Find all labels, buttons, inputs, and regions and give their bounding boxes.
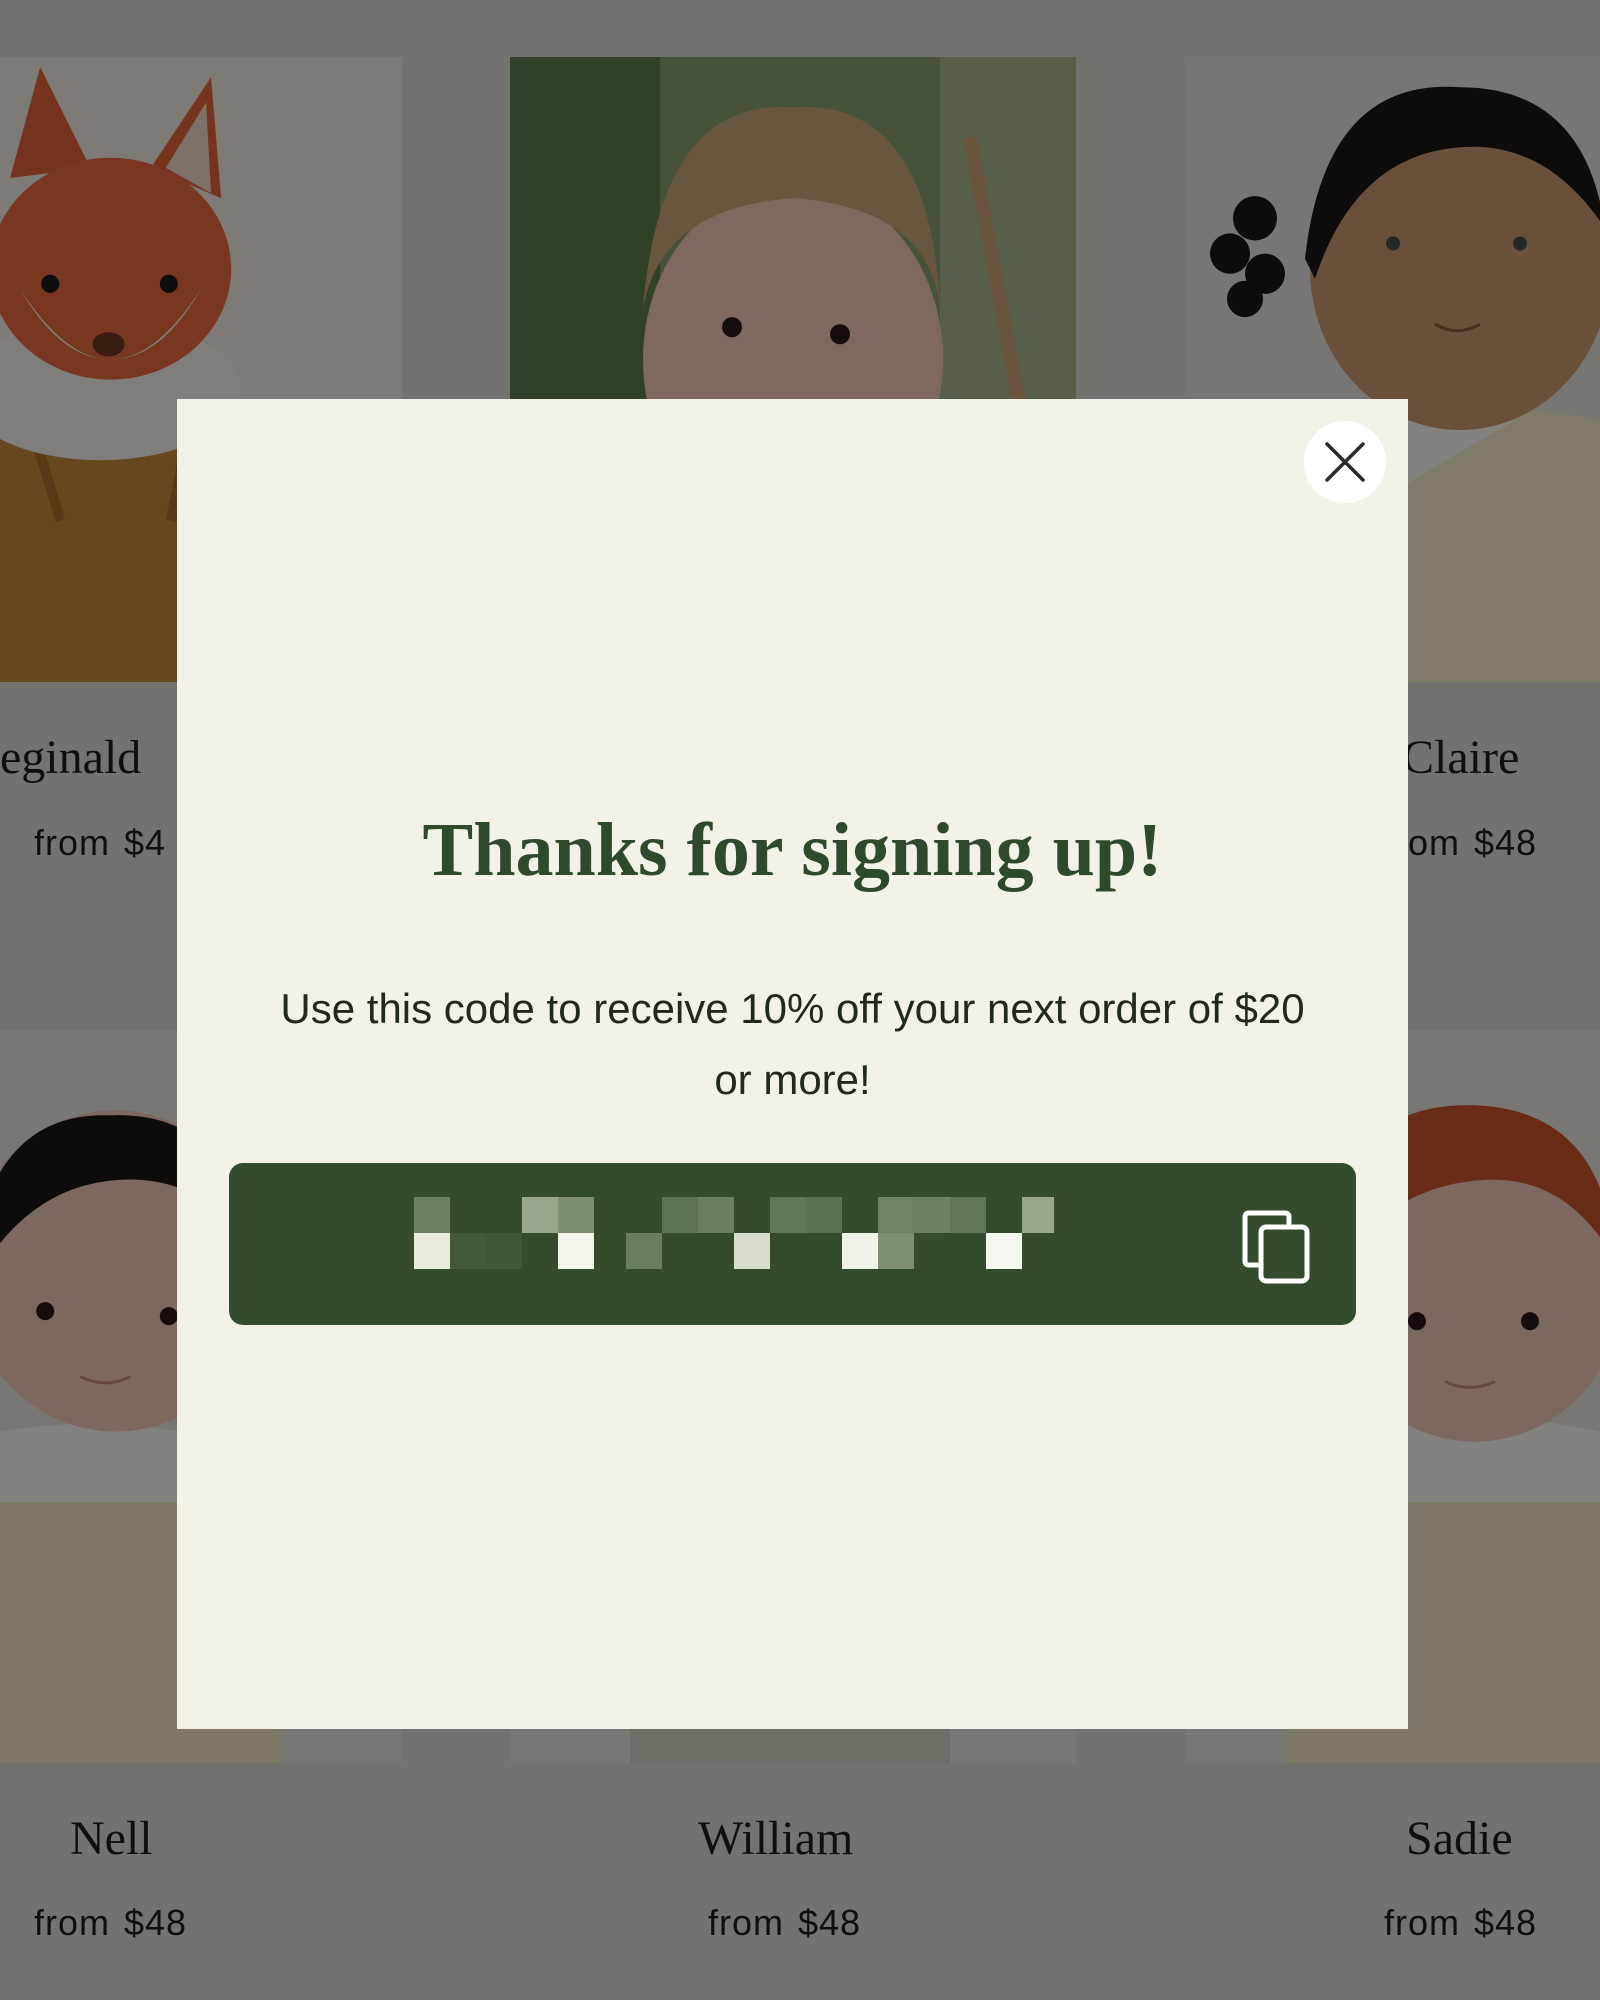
copy-icon <box>1242 1210 1310 1284</box>
discount-code-box[interactable] <box>229 1163 1356 1325</box>
close-icon <box>1325 442 1365 482</box>
discount-code-obscured <box>414 1197 1054 1269</box>
modal-subtitle: Use this code to receive 10% off your ne… <box>280 985 1305 1103</box>
close-button[interactable] <box>1304 421 1386 503</box>
modal-title: Thanks for signing up! <box>422 808 1163 892</box>
copy-code-button[interactable] <box>1235 1205 1317 1287</box>
signup-success-modal: Thanks for signing up! Use this code to … <box>177 399 1408 1729</box>
